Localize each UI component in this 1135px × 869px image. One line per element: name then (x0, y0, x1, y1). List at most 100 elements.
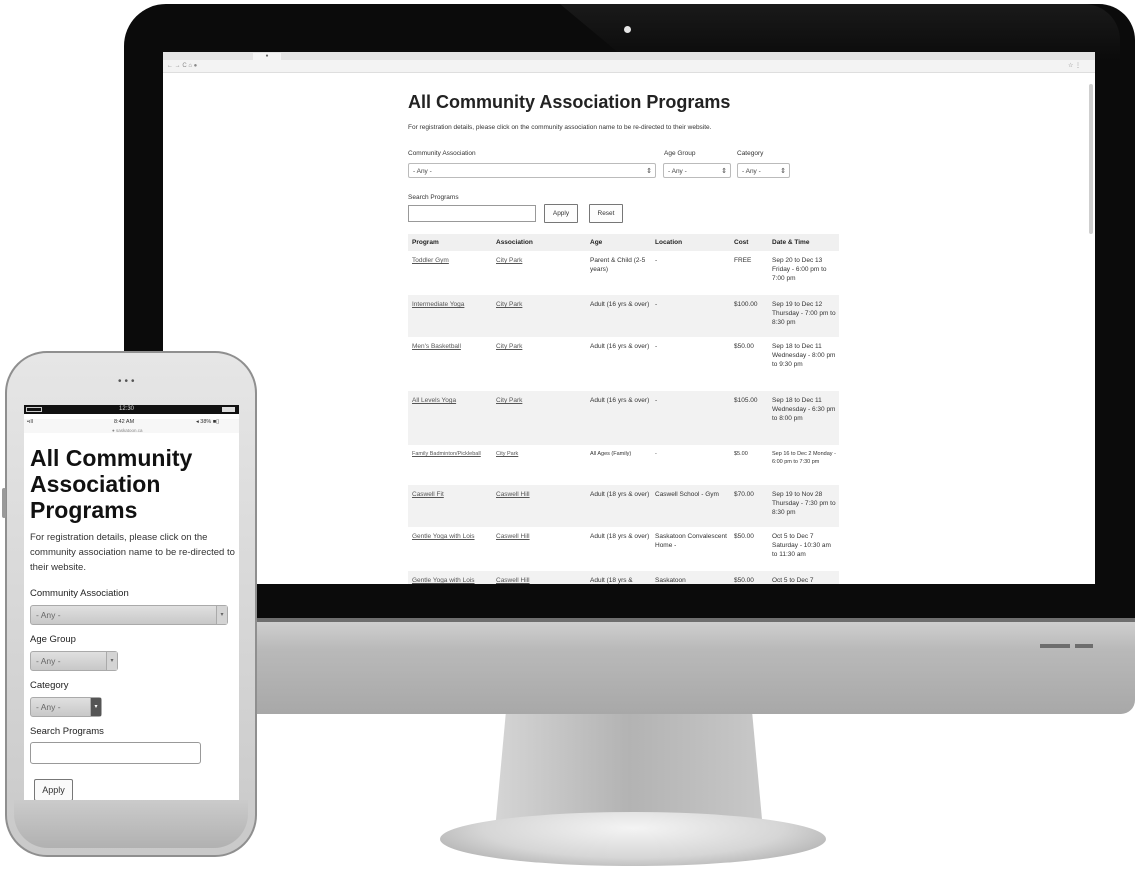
browser-tab-strip: ● (163, 52, 1095, 60)
association-link[interactable]: Caswell Hill (496, 532, 584, 541)
location-cell: - (655, 257, 658, 264)
chevron-down-icon: ▾ (90, 698, 101, 716)
age-cell: Adult (16 yrs & over) (590, 301, 650, 308)
datetime-cell: Oct 5 to Dec 7 Saturday - 10:30 am to 11… (772, 533, 831, 558)
association-value: - Any - (413, 168, 432, 175)
program-link[interactable]: Toddler Gym (412, 256, 492, 265)
apply-button[interactable]: Apply (544, 204, 578, 223)
table-row: Caswell Fit Caswell Hill Adult (18 yrs &… (408, 485, 839, 527)
cost-cell: $50.00 (734, 343, 754, 350)
program-link[interactable]: All Levels Yoga (412, 396, 492, 405)
association-label: Community Association (408, 150, 476, 157)
category-label: Category (737, 150, 764, 157)
battery-icon (26, 407, 42, 412)
category-value: - Any - (742, 168, 761, 175)
page-scrollbar[interactable] (1089, 84, 1093, 234)
desktop-screen: ● ← → C ⌂ ● ☆ ⋮ All Community Associatio… (163, 52, 1095, 584)
program-link[interactable]: Gentle Yoga with Lois (412, 576, 496, 584)
cost-cell: $5.00 (734, 451, 748, 457)
location-cell: Saskatoon (655, 577, 686, 584)
page-title: All Community Association Programs (408, 92, 731, 112)
location-cell: - (655, 451, 657, 457)
search-input[interactable] (30, 742, 201, 764)
reset-button[interactable]: Reset (589, 204, 623, 223)
datetime-cell: Sep 19 to Nov 28 Thursday - 7:30 pm to 8… (772, 491, 836, 516)
header-datetime: Date & Time (772, 239, 810, 246)
table-row: Gentle Yoga with Lois Caswell Hill Adult… (408, 571, 839, 584)
cost-cell: $50.00 (734, 577, 754, 584)
apply-button[interactable]: Apply (34, 779, 73, 800)
association-link[interactable]: City Park (496, 342, 584, 351)
select-arrow-icon: ⇕ (721, 168, 727, 175)
age-group-label: Age Group (664, 150, 696, 157)
age-cell: Adult (16 yrs & over) (590, 343, 650, 350)
association-link[interactable]: Caswell Hill (496, 576, 584, 584)
search-input[interactable] (408, 205, 536, 222)
cost-cell: $100.00 (734, 301, 758, 308)
age-group-value: - Any - (36, 656, 61, 666)
browser-menu-icons[interactable]: ☆ ⋮ (1068, 62, 1081, 70)
category-select[interactable]: - Any - ▾ (30, 697, 102, 717)
location-cell: - (655, 301, 658, 308)
age-group-select[interactable]: - Any - ⇕ (663, 163, 731, 178)
browser-nav-icons[interactable]: ← → C ⌂ ● (167, 62, 197, 70)
association-link[interactable]: Caswell Hill (496, 490, 584, 499)
os-clock: 12:30 (119, 406, 135, 412)
program-link[interactable]: Intermediate Yoga (412, 300, 492, 309)
association-link[interactable]: City Park (496, 300, 584, 309)
url-bar[interactable]: ● saskatoon.ca (112, 428, 143, 433)
datetime-cell: Sep 19 to Dec 12 Thursday - 7:00 pm to 8… (772, 301, 836, 326)
age-group-label: Age Group (30, 634, 76, 645)
search-label: Search Programs (408, 194, 459, 201)
location-cell: - (655, 397, 658, 404)
category-value: - Any - (36, 702, 61, 712)
association-link[interactable]: City Park (496, 396, 584, 405)
browser-tab[interactable]: ● (253, 53, 281, 60)
datetime-cell: Sep 20 to Dec 13 Friday - 6:00 pm to 7:0… (772, 257, 827, 282)
monitor-chin (124, 622, 1135, 714)
monitor-stand-foot (440, 812, 826, 866)
age-group-select[interactable]: - Any - ▾ (30, 651, 118, 671)
program-link[interactable]: Caswell Fit (412, 490, 492, 499)
cost-cell: FREE (734, 257, 752, 264)
cost-cell: $50.00 (734, 533, 754, 540)
phone-screen: 12:30 •ıll 8:42 AM ◂ 38% ■▯ ● saskatoon.… (24, 405, 239, 800)
datetime-cell: Sep 18 to Dec 11 Wednesday - 8:00 pm to … (772, 343, 836, 368)
browser-toolbar (163, 60, 1095, 73)
table-row: Toddler Gym City Park Parent & Child (2-… (408, 251, 839, 295)
association-link[interactable]: City Park (496, 450, 584, 459)
phone-side-button (2, 488, 6, 518)
age-cell: Adult (18 yrs & over) (590, 491, 650, 498)
select-arrow-icon: ⇕ (780, 168, 786, 175)
table-row: Intermediate Yoga City Park Adult (16 yr… (408, 295, 839, 337)
search-label: Search Programs (30, 726, 104, 737)
program-link[interactable]: Gentle Yoga with Lois (412, 532, 496, 541)
association-link[interactable]: City Park (496, 256, 584, 265)
header-location: Location (655, 239, 683, 246)
table-row: Men's Basketball City Park Adult (16 yrs… (408, 337, 839, 391)
association-select[interactable]: - Any - ⇕ (408, 163, 656, 178)
header-program: Program (412, 239, 439, 246)
header-age: Age (590, 239, 603, 246)
program-link[interactable]: Men's Basketball (412, 342, 492, 351)
age-cell: All Ages (Family) (590, 451, 632, 457)
category-select[interactable]: - Any - ⇕ (737, 163, 790, 178)
chevron-down-icon: ▾ (106, 652, 117, 670)
phone-os-bar: 12:30 (24, 405, 239, 414)
page-intro: For registration details, please click o… (408, 124, 712, 131)
table-row: Family Badminton/Pickleball City Park Al… (408, 445, 839, 485)
select-arrow-icon: ⇕ (646, 168, 652, 175)
header-cost: Cost (734, 239, 749, 246)
location-cell: Caswell School - Gym (655, 491, 719, 498)
cost-cell: $105.00 (734, 397, 758, 404)
header-association: Association (496, 239, 533, 246)
phone-chin (14, 800, 248, 848)
association-select[interactable]: - Any - ▾ (30, 605, 228, 625)
age-group-value: - Any - (668, 168, 687, 175)
camera-icon (624, 26, 631, 33)
cost-cell: $70.00 (734, 491, 754, 498)
program-link[interactable]: Family Badminton/Pickleball (412, 450, 492, 458)
chevron-down-icon: ▾ (216, 606, 227, 624)
datetime-cell: Sep 16 to Dec 2 Monday - 6:00 pm to 7:30… (772, 451, 836, 465)
programs-table: Program Association Age Location Cost Da… (408, 234, 839, 584)
